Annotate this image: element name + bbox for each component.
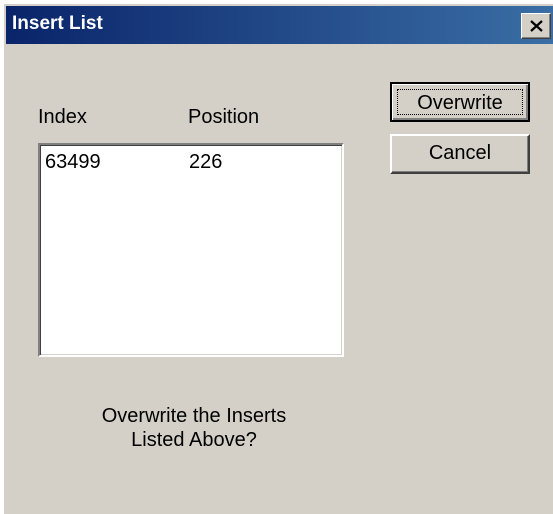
column-header-index: Index — [38, 106, 87, 128]
close-button[interactable] — [521, 13, 551, 39]
column-header-position: Position — [188, 106, 260, 128]
window-title: Insert List — [12, 13, 103, 34]
list-item[interactable]: 63499 226 — [40, 151, 342, 175]
cancel-button[interactable]: Cancel — [390, 134, 530, 174]
confirmation-prompt: Overwrite the Inserts Listed Above? — [44, 404, 344, 452]
insert-list-dialog: Insert List Index Position 63499 226 Ove… — [2, 2, 553, 514]
prompt-line-1: Overwrite the Inserts — [101, 405, 287, 427]
list-item-position: 226 — [189, 151, 223, 173]
prompt-line-2: Listed Above? — [131, 429, 257, 451]
overwrite-button-label: Overwrite — [397, 89, 523, 115]
insert-listbox[interactable]: 63499 226 — [38, 143, 344, 357]
overwrite-button[interactable]: Overwrite — [390, 82, 530, 122]
title-bar: Insert List — [6, 6, 553, 44]
list-item-index: 63499 — [45, 151, 101, 173]
close-icon — [530, 20, 543, 32]
